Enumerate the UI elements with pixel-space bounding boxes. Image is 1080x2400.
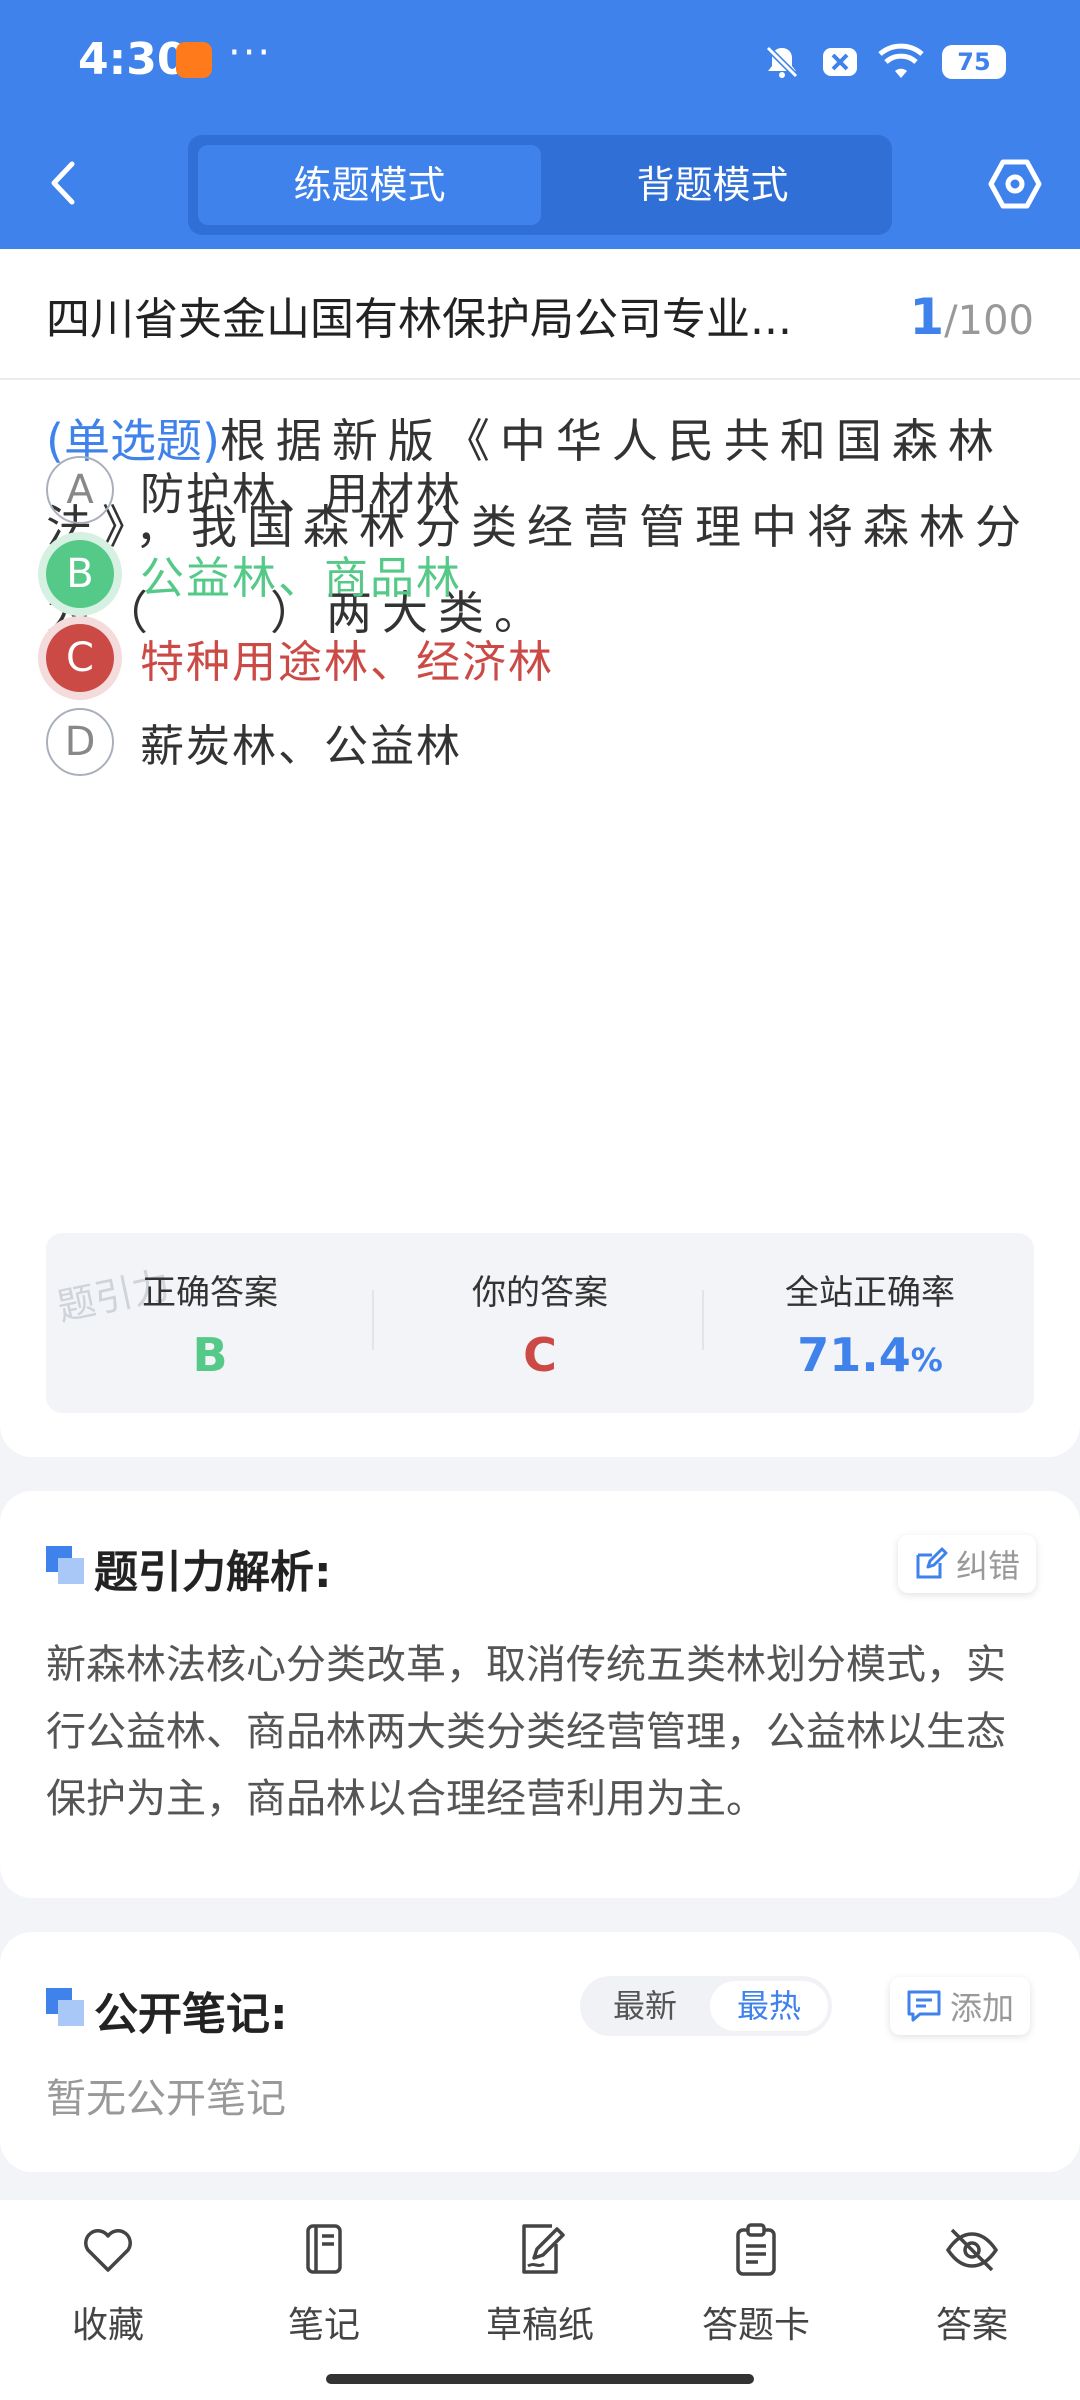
more-notifications: ··· xyxy=(228,30,273,76)
accuracy-block: 全站正确率 71.4% xyxy=(710,1265,1030,1382)
show-answer-label: 答案 xyxy=(935,2305,1008,2346)
option-d[interactable]: D 薪炭林、公益林 xyxy=(46,706,462,778)
settings-hexagon-icon[interactable] xyxy=(987,156,1043,212)
option-letter: C xyxy=(46,624,114,692)
notification-app-icon xyxy=(176,42,212,78)
question-counter: 1/100 xyxy=(909,288,1034,346)
notes-title: 公开笔记: xyxy=(94,1989,288,2040)
sort-latest[interactable]: 最新 xyxy=(586,1976,704,2036)
no-sim-icon xyxy=(823,48,857,76)
report-error-button[interactable]: 纠错 xyxy=(898,1535,1037,1593)
draft-icon xyxy=(522,2224,565,2274)
draft-paper-label: 草稿纸 xyxy=(485,2305,594,2346)
current-question-number: 1 xyxy=(909,288,945,346)
correct-answer-block: 正确答案 B xyxy=(50,1265,370,1382)
eye-off-icon xyxy=(945,2228,999,2272)
answer-sheet-label: 答题卡 xyxy=(701,2305,810,2346)
status-icons: 75 xyxy=(762,42,1006,82)
analysis-text: 新森林法核心分类改革，取消传统五类林划分模式，实行公益林、商品林两大类分类经营管… xyxy=(46,1642,1006,1822)
add-note-button[interactable]: 添加 xyxy=(890,1977,1031,2035)
option-letter: D xyxy=(46,708,114,776)
heart-icon xyxy=(84,2229,132,2272)
report-error-label: 纠错 xyxy=(956,1547,1021,1585)
home-indicator[interactable] xyxy=(326,2374,754,2384)
option-b[interactable]: B 公益林、商品林 xyxy=(46,538,462,610)
notes-label: 笔记 xyxy=(287,2305,360,2346)
back-arrow-icon[interactable] xyxy=(44,158,84,208)
tab-memorize-mode[interactable]: 背题模式 xyxy=(541,160,884,210)
mute-icon xyxy=(765,45,799,79)
option-c[interactable]: C 特种用途林、经济林 xyxy=(46,622,554,694)
option-text: 特种用途林、经济林 xyxy=(140,637,554,688)
show-answer-button[interactable]: 答案 xyxy=(882,2222,1062,2348)
option-text: 防护林、用材林 xyxy=(140,469,462,520)
accuracy-value: 71.4% xyxy=(710,1328,1030,1382)
notes-card xyxy=(0,1932,1080,2172)
wifi-icon xyxy=(878,43,924,78)
favorite-button[interactable]: 收藏 xyxy=(18,2222,198,2348)
favorite-label: 收藏 xyxy=(71,2305,144,2346)
title-divider xyxy=(0,378,1080,380)
summary-divider xyxy=(372,1290,374,1350)
accuracy-label: 全站正确率 xyxy=(785,1273,955,1313)
correct-answer-value: B xyxy=(192,1328,228,1382)
add-note-label: 添加 xyxy=(950,1989,1015,2027)
edit-icon xyxy=(916,1547,948,1579)
accuracy-unit: % xyxy=(910,1341,943,1379)
notebook-icon xyxy=(306,2224,342,2274)
section-squares-icon xyxy=(46,1546,84,1584)
exam-title: 四川省夹金山国有林保护局公司专业... xyxy=(46,294,792,345)
analysis-title: 题引力解析: xyxy=(94,1547,332,1598)
option-text: 公益林、商品林 xyxy=(140,553,462,604)
section-squares-icon xyxy=(46,1988,84,2026)
total-questions: /100 xyxy=(944,298,1034,344)
status-time: 4:30 xyxy=(78,34,188,85)
correct-answer-label: 正确答案 xyxy=(142,1273,278,1313)
accuracy-number: 71.4 xyxy=(797,1328,911,1382)
answer-sheet-button[interactable]: 答题卡 xyxy=(666,2222,846,2348)
tab-practice-mode[interactable]: 练题模式 xyxy=(198,160,541,210)
no-notes-message: 暂无公开笔记 xyxy=(46,2076,286,2122)
sort-hot[interactable]: 最热 xyxy=(710,1976,828,2036)
answer-sheet-icon xyxy=(736,2223,776,2276)
notes-button[interactable]: 笔记 xyxy=(234,2222,414,2348)
your-answer-value: C xyxy=(523,1328,557,1382)
draft-paper-button[interactable]: 草稿纸 xyxy=(450,2222,630,2348)
option-a[interactable]: A 防护林、用材林 xyxy=(46,454,462,526)
option-text: 薪炭林、公益林 xyxy=(140,721,462,772)
question-stem: (单选题)根据新版《中华人民共和国森林法》，我国森林分类经营管理中将森林分为（ … xyxy=(46,398,1036,656)
your-answer-block: 你的答案 C xyxy=(380,1265,700,1382)
battery-indicator: 75 xyxy=(942,45,1006,79)
your-answer-label: 你的答案 xyxy=(472,1273,608,1313)
option-letter: B xyxy=(46,540,114,608)
status-bar: 4:30 ··· 75 xyxy=(0,0,1080,120)
option-letter: A xyxy=(46,456,114,524)
summary-divider xyxy=(702,1290,704,1350)
comment-add-icon xyxy=(907,1990,941,2022)
